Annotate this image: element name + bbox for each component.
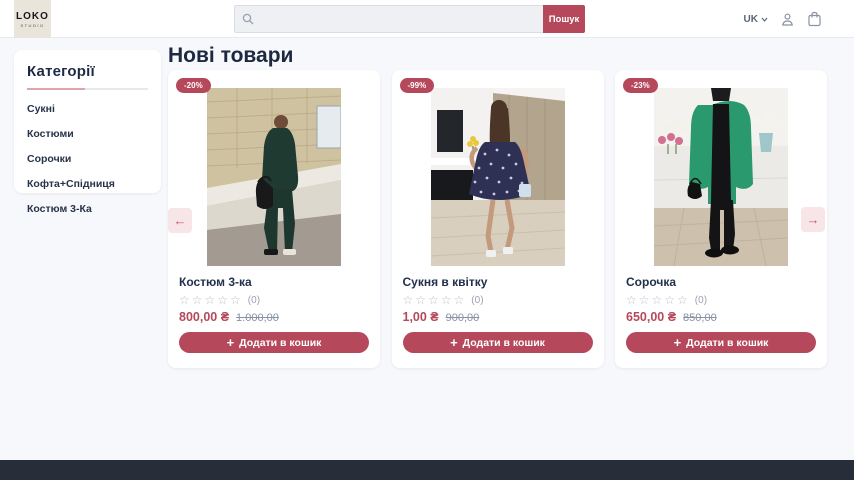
chevron-down-icon [761,14,768,25]
price: 800,00 ₴ [179,310,229,324]
cart-icon[interactable] [807,11,822,27]
rating-stars[interactable]: ☆☆☆☆☆ [403,293,467,307]
price: 1,00 ₴ [403,310,439,324]
rating-stars[interactable]: ☆☆☆☆☆ [179,293,243,307]
rating-count: (0) [695,295,707,306]
discount-badge: -20% [176,78,211,93]
arrow-right-icon: → [807,212,820,227]
product-title[interactable]: Сукня в квітку [403,275,593,289]
old-price: 850,00 [683,312,717,324]
prev-arrow-button[interactable]: ← [168,208,192,233]
rating-count: (0) [471,295,483,306]
add-to-cart-button[interactable]: + Додати в кошик [179,332,369,353]
product-card: -99% [392,70,604,368]
rating-count: (0) [248,295,260,306]
product-card: -23% [615,70,827,368]
sidebar-item-kostiumy[interactable]: Костюми [27,128,148,140]
product-image[interactable] [431,88,565,266]
old-price: 1.000,00 [236,312,279,324]
add-to-cart-button[interactable]: + Додати в кошик [403,332,593,353]
logo-title: LOKO [16,11,49,22]
price-row: 650,00 ₴ 850,00 [626,310,816,324]
language-label: UK [744,14,758,25]
add-to-cart-label: Додати в кошик [463,337,545,349]
footer [0,460,854,480]
price: 650,00 ₴ [626,310,676,324]
sidebar-item-sukni[interactable]: Сукні [27,103,148,115]
categories-list: Сукні Костюми Сорочки Кофта+Спідниця Кос… [27,103,148,215]
page-title: Нові товари [168,44,293,68]
add-to-cart-label: Додати в кошик [686,337,768,349]
logo[interactable]: LOKO STUDIO [14,0,51,38]
search-input[interactable] [260,13,536,25]
arrow-left-icon: ← [174,213,187,228]
search-icon [242,13,254,25]
discount-badge: -23% [623,78,658,93]
header: LOKO STUDIO Пошук UK [0,0,854,38]
rating-row: ☆☆☆☆☆ (0) [403,293,593,307]
product-info: Костюм 3-ка ☆☆☆☆☆ (0) 800,00 ₴ 1.000,00 … [168,266,380,353]
product-info: Сорочка ☆☆☆☆☆ (0) 650,00 ₴ 850,00 + Дода… [615,266,827,353]
discount-badge: -99% [400,78,435,93]
sidebar-item-kostium-3ka[interactable]: Костюм 3-Ка [27,203,148,215]
add-to-cart-label: Додати в кошик [239,337,321,349]
search-input-wrap [234,5,543,33]
categories-title: Категорії [27,63,148,80]
categories-panel: Категорії Сукні Костюми Сорочки Кофта+Сп… [14,50,161,193]
price-row: 1,00 ₴ 900,00 [403,310,593,324]
main-content: Категорії Сукні Костюми Сорочки Кофта+Сп… [0,38,854,460]
plus-icon: + [674,336,682,349]
rating-row: ☆☆☆☆☆ (0) [626,293,816,307]
rating-stars[interactable]: ☆☆☆☆☆ [626,293,690,307]
user-icon[interactable] [780,12,795,27]
product-image[interactable] [654,88,788,266]
product-info: Сукня в квітку ☆☆☆☆☆ (0) 1,00 ₴ 900,00 +… [392,266,604,353]
categories-divider [27,88,148,90]
add-to-cart-button[interactable]: + Додати в кошик [626,332,816,353]
product-image[interactable] [207,88,341,266]
search-button[interactable]: Пошук [543,5,585,33]
product-title[interactable]: Сорочка [626,275,816,289]
header-actions: UK [744,0,822,38]
logo-subtitle: STUDIO [20,23,44,28]
language-selector[interactable]: UK [744,14,768,25]
sidebar-item-sorochky[interactable]: Сорочки [27,153,148,165]
products-row: -20% [168,70,827,368]
plus-icon: + [450,336,458,349]
sidebar-item-kofta-spidnytsia[interactable]: Кофта+Спідниця [27,178,148,190]
plus-icon: + [227,336,235,349]
rating-row: ☆☆☆☆☆ (0) [179,293,369,307]
search-bar: Пошук [234,5,585,33]
old-price: 900,00 [446,312,480,324]
next-arrow-button[interactable]: → [801,207,825,232]
product-title[interactable]: Костюм 3-ка [179,275,369,289]
price-row: 800,00 ₴ 1.000,00 [179,310,369,324]
product-card: -20% [168,70,380,368]
